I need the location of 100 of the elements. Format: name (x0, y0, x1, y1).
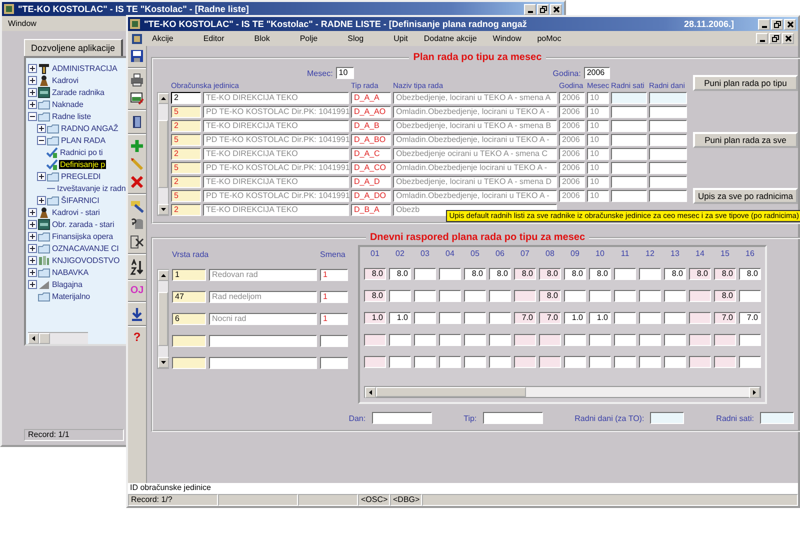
menu-item[interactable]: Upit (392, 34, 410, 43)
table-cell[interactable] (464, 290, 486, 302)
table-cell[interactable] (209, 335, 317, 347)
table-cell[interactable] (614, 268, 636, 280)
close-button[interactable] (550, 4, 562, 14)
tree-item[interactable]: Definisanje p (59, 160, 106, 168)
table-cell[interactable] (439, 356, 461, 368)
table-cell[interactable] (689, 290, 711, 302)
vertical-scrollbar[interactable] (157, 92, 169, 216)
table-cell[interactable]: 8.0 (714, 268, 736, 280)
table-cell[interactable] (589, 356, 611, 368)
table-cell[interactable]: D_A_D (351, 176, 391, 188)
table-cell[interactable] (589, 334, 611, 346)
table-cell[interactable] (320, 335, 348, 347)
table-cell[interactable]: 8.0 (364, 290, 386, 302)
tree-item[interactable]: Materijalno (51, 292, 92, 300)
table-cell[interactable]: 8.0 (714, 290, 736, 302)
table-cell[interactable]: 5 (171, 106, 201, 118)
table-cell[interactable] (611, 176, 647, 188)
tree-item[interactable]: PLAN RADA (60, 136, 106, 144)
table-cell[interactable]: D_A_A (351, 92, 391, 104)
collapse-icon[interactable] (37, 136, 46, 144)
restore-button[interactable] (537, 4, 549, 14)
table-cell[interactable] (649, 176, 687, 188)
table-cell[interactable] (639, 334, 661, 346)
table-cell[interactable] (614, 356, 636, 368)
menu-item[interactable]: Polje (298, 34, 320, 43)
table-cell[interactable] (539, 334, 561, 346)
table-cell[interactable] (611, 120, 647, 132)
table-cell[interactable] (389, 290, 411, 302)
table-cell[interactable] (320, 357, 348, 369)
table-cell[interactable]: Omladin.Obezbedjenje, locirani u TEKO A - (393, 190, 557, 202)
table-cell[interactable]: 1 (172, 269, 206, 281)
table-cell[interactable] (414, 312, 436, 324)
tree-item[interactable]: Naknade (51, 100, 84, 108)
horizontal-scrollbar[interactable] (364, 386, 761, 398)
table-cell[interactable] (172, 335, 206, 347)
table-cell[interactable]: Obezbedjenje, locirani u TEKO A - smena D (393, 176, 557, 188)
scissors-icon[interactable] (130, 235, 144, 249)
table-cell[interactable]: 8.0 (564, 268, 586, 280)
input-field[interactable]: 10 (336, 67, 354, 79)
table-cell[interactable] (589, 290, 611, 302)
tree-item[interactable]: Radnici po ti (59, 148, 104, 156)
table-cell[interactable]: 5 (171, 162, 201, 174)
table-cell[interactable] (639, 312, 661, 324)
tree-item[interactable]: Kadrovi (51, 76, 80, 84)
expand-icon[interactable] (28, 280, 37, 288)
table-cell[interactable]: Omladin.Obezbedjenje locirani u TEKO A - (393, 162, 557, 174)
table-cell[interactable] (611, 106, 647, 118)
action-button[interactable]: Puni plan rada po tipu (693, 75, 798, 91)
table-cell[interactable] (389, 356, 411, 368)
table-cell[interactable] (389, 334, 411, 346)
table-cell[interactable]: D_A_CO (351, 162, 391, 174)
table-cell[interactable]: D_A_B (351, 120, 391, 132)
table-cell[interactable]: TE-KO DIREKCIJA TEKO (203, 148, 349, 160)
table-cell[interactable] (611, 134, 647, 146)
input-field[interactable] (650, 412, 684, 424)
table-cell[interactable]: 8.0 (389, 268, 411, 280)
close-button[interactable] (782, 33, 794, 44)
table-cell[interactable]: Obezbedjenje ocirani u TEKO A - smena C (393, 148, 557, 160)
table-cell[interactable] (649, 92, 687, 104)
table-cell[interactable] (414, 356, 436, 368)
table-cell[interactable] (739, 356, 761, 368)
table-cell[interactable]: PD TE-KO KOSTOLAC Dir.PK: 1041991 (203, 190, 349, 202)
action-button[interactable]: Puni plan rada za sve (693, 132, 798, 148)
table-cell[interactable] (614, 312, 636, 324)
table-cell[interactable]: TE-KO DIREKCIJA TEKO (203, 120, 349, 132)
table-cell[interactable]: 8.0 (464, 268, 486, 280)
table-cell[interactable]: 2006 (559, 148, 585, 160)
menu-item[interactable]: poMoc (535, 34, 564, 43)
table-cell[interactable] (489, 334, 511, 346)
table-cell[interactable]: 8.0 (739, 268, 761, 280)
table-cell[interactable] (639, 356, 661, 368)
table-cell[interactable]: 2006 (559, 120, 585, 132)
table-cell[interactable]: 2 (171, 176, 201, 188)
expand-icon[interactable] (28, 220, 37, 228)
table-cell[interactable] (464, 312, 486, 324)
table-cell[interactable]: PD TE-KO KOSTOLAC Dir.PK: 1041991 (203, 106, 349, 118)
horizontal-scrollbar[interactable] (28, 332, 88, 344)
preview-icon[interactable] (130, 91, 144, 105)
table-cell[interactable] (739, 290, 761, 302)
restore-button[interactable] (769, 33, 781, 44)
table-cell[interactable]: 1 (320, 291, 348, 303)
table-cell[interactable] (514, 334, 536, 346)
table-cell[interactable] (439, 334, 461, 346)
sort-icon[interactable] (130, 259, 144, 275)
table-cell[interactable]: D_A_C (351, 148, 391, 160)
tree-item[interactable]: Finansijska opera (51, 232, 114, 240)
table-cell[interactable]: PD TE-KO KOSTOLAC Dir.PK: 1041991 (203, 162, 349, 174)
minimize-button[interactable] (756, 33, 768, 44)
expand-icon[interactable] (28, 64, 37, 72)
table-cell[interactable] (664, 312, 686, 324)
table-cell[interactable] (489, 312, 511, 324)
expand-icon[interactable] (28, 88, 37, 96)
table-cell[interactable] (209, 357, 317, 369)
table-cell[interactable]: D_A_AO (351, 106, 391, 118)
door-icon[interactable] (130, 115, 144, 129)
tree-item[interactable]: PREGLEDI (60, 172, 102, 180)
table-cell[interactable]: 8.0 (539, 268, 561, 280)
table-cell[interactable] (614, 290, 636, 302)
